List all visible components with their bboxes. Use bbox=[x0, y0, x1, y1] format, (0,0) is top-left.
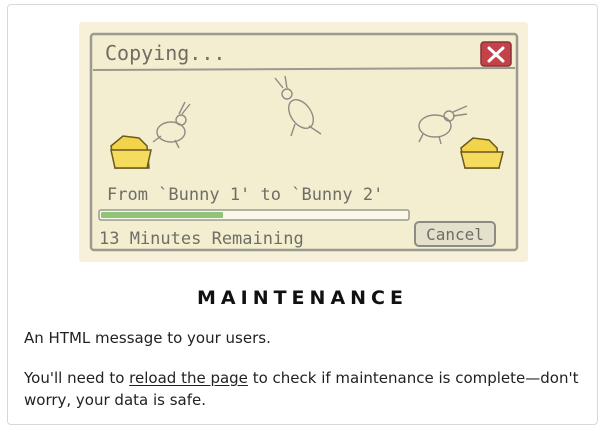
maintenance-card: Copying... From `Bunny 1' to `Bunny 2' 1… bbox=[7, 4, 598, 425]
reload-prefix: You'll need to bbox=[24, 369, 130, 387]
maintenance-message: An HTML message to your users. bbox=[24, 329, 271, 347]
reload-instructions: You'll need to reload the page to check … bbox=[24, 367, 584, 411]
copy-from-text: From `Bunny 1' to `Bunny 2' bbox=[107, 185, 383, 205]
page-title: MAINTENANCE bbox=[197, 287, 408, 309]
cancel-button: Cancel bbox=[414, 221, 496, 247]
copying-dialog-drawing: Copying... From `Bunny 1' to `Bunny 2' 1… bbox=[89, 32, 519, 252]
reload-page-link[interactable]: reload the page bbox=[129, 369, 248, 387]
cancel-label: Cancel bbox=[426, 225, 484, 244]
close-icon bbox=[480, 41, 512, 67]
dialog-title: Copying... bbox=[105, 41, 225, 65]
progress-fill bbox=[101, 212, 223, 218]
remaining-time-text: 13 Minutes Remaining bbox=[99, 229, 304, 249]
copying-dialog-illustration: Copying... From `Bunny 1' to `Bunny 2' 1… bbox=[79, 22, 528, 262]
